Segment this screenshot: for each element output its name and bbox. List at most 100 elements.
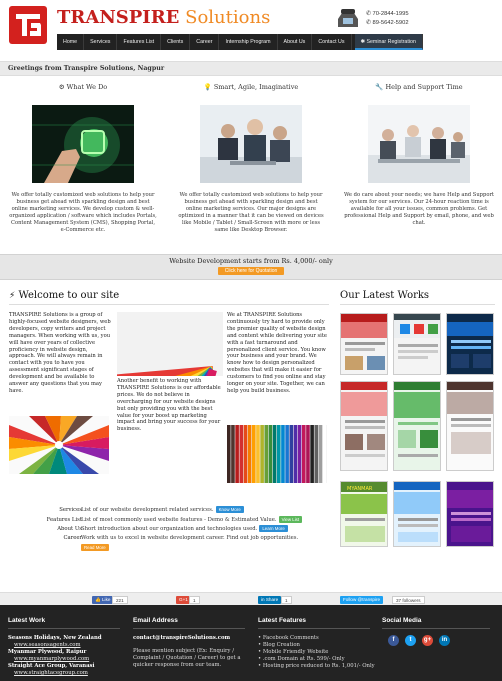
read-more-button[interactable]: Read More [81, 544, 109, 551]
nav-home[interactable]: Home [57, 34, 85, 50]
welcome-col-3: We at TRANSPIRE Solutions continuously t… [227, 312, 327, 394]
footer-email: Email Address contact@transpireSolutions… [133, 617, 251, 669]
like-label: Like [102, 597, 111, 602]
quotation-button[interactable]: Click here for Quotation [217, 267, 285, 275]
welcome-col-1: TRANSPIRE Solutions is a group of highly… [9, 312, 111, 394]
followers-count: 37 followers [392, 596, 425, 604]
work-thumbnail-2[interactable] [393, 313, 441, 375]
read-more-wrap: Read More [81, 544, 109, 551]
footer-social-media: Social Media f t g+ in [382, 617, 494, 646]
share-label: Share [265, 597, 279, 602]
work-title: Straight Ace Group, Varanasi [8, 663, 95, 669]
lightbulb-icon: 💡 [203, 83, 212, 91]
divider [340, 304, 495, 305]
footer-latest-work: Latest Work Seasons Holidays, New Zealan… [8, 617, 120, 677]
work-link[interactable]: www.myanmarplywood.com [14, 656, 89, 662]
nav-about-us[interactable]: About Us [278, 34, 313, 50]
greeting-text: Greetings from Transpire Solutions, Nagp… [8, 65, 165, 72]
brand-name[interactable]: TRANSPIRE Solutions [57, 7, 270, 28]
nav-career[interactable]: Career [190, 34, 220, 50]
service-label: Features List [46, 517, 82, 523]
color-pencils-image [227, 425, 327, 483]
work-thumbnail-8[interactable] [393, 481, 441, 547]
feature-help-support: 🔧 Help and Support Time We do care about … [336, 83, 502, 227]
work-thumbnail-9[interactable] [446, 481, 494, 547]
feature-title: Smart, Agile, Imaginative [213, 83, 299, 91]
linkedin-share-button[interactable]: in Share [258, 596, 282, 604]
facebook-like-button[interactable]: 👍 Like [92, 596, 114, 604]
service-text: List of most commonly used website featu… [81, 517, 277, 523]
social-share-bar: 👍 Like 221 G+1 1 in Share 1 Follow @tran… [0, 592, 502, 605]
divider [133, 628, 245, 629]
welcome-col-2: Another benefit to working with TRANSPIR… [117, 378, 221, 433]
pricing-banner: Website Development starts from Rs. 4,00… [0, 254, 502, 280]
feature-text: We offer totally customized web solution… [178, 192, 324, 233]
latest-works-heading: Our Latest Works [340, 290, 430, 301]
facebook-icon[interactable]: f [388, 635, 399, 646]
linkedin-icon[interactable]: in [439, 635, 450, 646]
divider [382, 628, 490, 629]
work-thumbnail-7[interactable]: MYANMAR [340, 481, 388, 547]
know-more-button[interactable]: Know More [215, 506, 244, 513]
bolt-icon: ⚡ [9, 291, 16, 301]
welcome-heading: ⚡ Welcome to our site [9, 290, 119, 301]
logo[interactable] [9, 6, 47, 44]
feature-text: We do care about your needs; we have Hel… [344, 192, 495, 226]
divider [258, 628, 370, 629]
work-thumbnail-1[interactable] [340, 313, 388, 375]
like-count: 221 [112, 596, 128, 604]
service-row-features: Features List List of most commonly used… [10, 516, 330, 525]
feature-item: Facebook Comments [258, 635, 376, 642]
email-note: Please mention subject (Ex: Enquiry / Co… [133, 648, 241, 668]
work-thumbnail-6[interactable] [446, 381, 494, 471]
gears-icon: ⚙ [58, 83, 65, 91]
svg-text:MYANMAR: MYANMAR [347, 486, 373, 492]
footer-heading: Latest Work [8, 617, 46, 624]
brand-name-part2: Solutions [179, 7, 271, 28]
service-label: About Us [57, 526, 82, 532]
twitter-icon[interactable]: t [405, 635, 416, 646]
footer: Latest Work Seasons Holidays, New Zealan… [0, 605, 502, 681]
nav-features-list[interactable]: Features List [117, 34, 162, 50]
service-text: Short introduction about our organizatio… [81, 526, 258, 532]
nav-services[interactable]: Services [84, 34, 118, 50]
work-thumbnail-3[interactable] [446, 313, 494, 375]
pencils-image [9, 416, 109, 474]
phone-2: ✆ 89-5642-5902 [366, 20, 409, 26]
feature-title: What We Do [66, 83, 108, 91]
features-section: ⚙ What We Do We offer totally customized … [0, 77, 502, 252]
view-list-button[interactable]: View List [278, 516, 303, 523]
work-thumbnail-5[interactable] [393, 381, 441, 471]
footer-heading: Email Address [133, 617, 178, 624]
google-plus-icon[interactable]: g+ [422, 635, 433, 646]
feature-what-we-do: ⚙ What We Do We offer totally customized … [0, 83, 166, 234]
work-link[interactable]: www.seasonsagents.com [14, 642, 81, 648]
header: TRANSPIRE Solutions ✆ 70-2844-1995 ✆ 89-… [0, 0, 502, 60]
email-address[interactable]: contact@transpireSolutions.com [133, 635, 230, 641]
feature-smart-agile: 💡 Smart, Agile, Imaginative We offer tota… [168, 83, 334, 234]
nav-internship[interactable]: Internship Program [219, 34, 278, 50]
feature-title: Help and Support Time [385, 83, 463, 91]
welcome-heading-text: Welcome to our site [18, 290, 120, 301]
learn-more-button[interactable]: Learn More [259, 525, 288, 532]
main-nav: Home Services Features List Clients Care… [57, 34, 423, 50]
work-link[interactable]: www.straightacegroup.com [14, 670, 88, 676]
footer-heading: Social Media [382, 617, 422, 624]
feature-text: We offer totally customized web solution… [9, 192, 157, 233]
share-count: 1 [281, 596, 292, 604]
gplus-count: 1 [189, 596, 200, 604]
work-thumbnail-4[interactable] [340, 381, 388, 471]
feature-item: Blog Creation [258, 642, 376, 649]
nav-clients[interactable]: Clients [161, 34, 191, 50]
telephone-icon [336, 7, 360, 29]
work-title: Seasons Holidays, New Zealand [8, 635, 102, 641]
nav-seminar-registration[interactable]: ✱ Seminar Registration [354, 34, 423, 50]
nav-contact-us[interactable]: Contact Us [312, 34, 352, 50]
color-swatch-image [113, 312, 223, 468]
feature-item: .com Domain at Rs. 599/- Only [258, 656, 376, 663]
wrench-icon: 🔧 [375, 83, 384, 91]
feature-item: Mobile Friendly Website [258, 649, 376, 656]
twitter-follow-button[interactable]: Follow @transpire [340, 596, 384, 604]
service-text: Work with us to excel in website develop… [81, 535, 299, 541]
divider [9, 304, 329, 305]
